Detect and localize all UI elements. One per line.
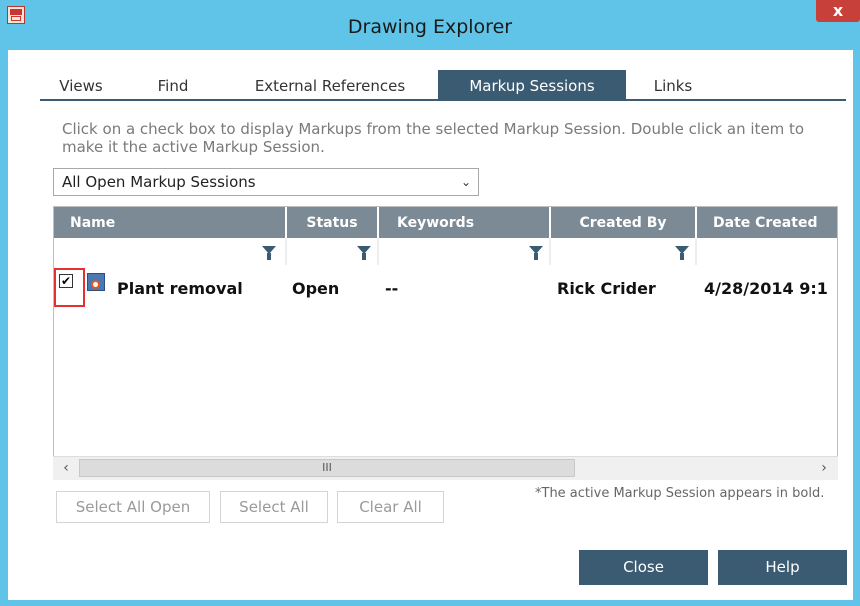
filter-selected-value: All Open Markup Sessions <box>62 173 256 191</box>
select-all-open-button[interactable]: Select All Open <box>56 491 210 523</box>
grid-header: Name Status Keywords Created By Date Cre… <box>54 207 837 238</box>
drawing-explorer-window: Drawing Explorer x Views Find External R… <box>0 0 860 606</box>
tab-bar: Views Find External References Markup Se… <box>40 70 846 101</box>
filter-cell-created-by <box>551 238 697 265</box>
clear-all-button[interactable]: Clear All <box>337 491 444 523</box>
column-header-created-by[interactable]: Created By <box>551 207 697 238</box>
filter-cell-date-created <box>697 238 837 265</box>
column-header-status[interactable]: Status <box>287 207 379 238</box>
tab-find[interactable]: Find <box>124 70 222 99</box>
markup-session-filter-select[interactable]: All Open Markup Sessions ⌄ <box>53 168 479 196</box>
horizontal-scrollbar[interactable]: ‹ III › <box>53 456 838 480</box>
column-header-keywords[interactable]: Keywords <box>379 207 551 238</box>
dialog-body: Views Find External References Markup Se… <box>8 50 853 600</box>
instructions-text: Click on a check box to display Markups … <box>62 120 805 156</box>
filter-icon[interactable] <box>529 246 543 260</box>
row-created-by: Rick Crider <box>557 279 656 298</box>
grid-filter-row <box>54 238 837 265</box>
chevron-down-icon: ⌄ <box>460 175 471 189</box>
column-header-name[interactable]: Name <box>54 207 287 238</box>
row-status: Open <box>292 279 340 298</box>
tab-markup-sessions[interactable]: Markup Sessions <box>438 70 626 99</box>
select-all-button[interactable]: Select All <box>220 491 328 523</box>
filter-cell-status <box>287 238 379 265</box>
title-bar[interactable]: Drawing Explorer x <box>0 0 860 50</box>
row-date-created: 4/28/2014 9:1 <box>704 279 828 298</box>
tab-links[interactable]: Links <box>628 70 718 99</box>
filter-cell-name <box>54 238 287 265</box>
markup-session-icon <box>87 273 105 291</box>
filter-icon[interactable] <box>262 246 276 260</box>
window-title: Drawing Explorer <box>347 16 513 38</box>
markup-sessions-grid: Name Status Keywords Created By Date Cre… <box>53 206 838 480</box>
row-visibility-checkbox[interactable]: ✔ <box>59 274 73 288</box>
row-keywords: -- <box>385 279 399 298</box>
close-button[interactable]: Close <box>579 550 708 585</box>
scroll-right-arrow-icon[interactable]: › <box>815 459 833 477</box>
table-row[interactable]: ✔ Plant removal Open -- Rick Crider 4/28… <box>54 267 837 307</box>
help-button[interactable]: Help <box>718 550 847 585</box>
row-name: Plant removal <box>117 279 243 298</box>
filter-icon[interactable] <box>675 246 689 260</box>
tab-external-references[interactable]: External References <box>224 70 436 99</box>
scroll-left-arrow-icon[interactable]: ‹ <box>57 459 75 477</box>
filter-cell-keywords <box>379 238 551 265</box>
scroll-thumb[interactable]: III <box>79 459 575 477</box>
close-window-button[interactable]: x <box>816 0 860 22</box>
tab-views[interactable]: Views <box>40 70 122 99</box>
filter-icon[interactable] <box>357 246 371 260</box>
active-session-note: *The active Markup Session appears in bo… <box>535 486 825 501</box>
column-header-date-created[interactable]: Date Created <box>697 207 837 238</box>
